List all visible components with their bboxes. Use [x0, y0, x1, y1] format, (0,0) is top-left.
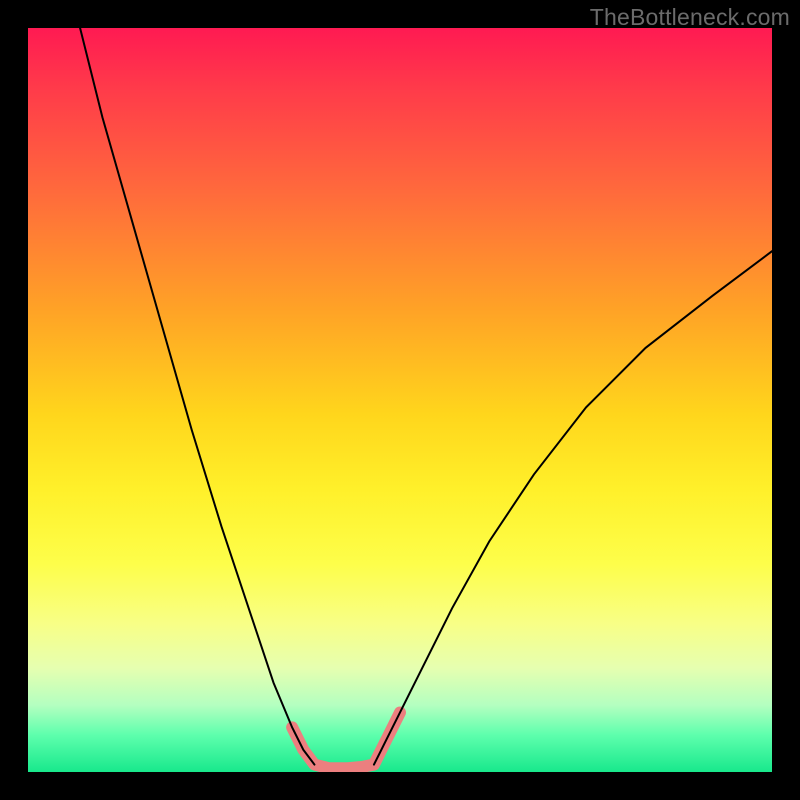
chart-frame: TheBottleneck.com: [0, 0, 800, 800]
left-curve: [80, 28, 314, 765]
right-curve: [374, 251, 772, 764]
highlight-segment: [292, 712, 400, 768]
curve-overlay: [28, 28, 772, 772]
plot-area: [28, 28, 772, 772]
watermark-text: TheBottleneck.com: [590, 4, 790, 31]
